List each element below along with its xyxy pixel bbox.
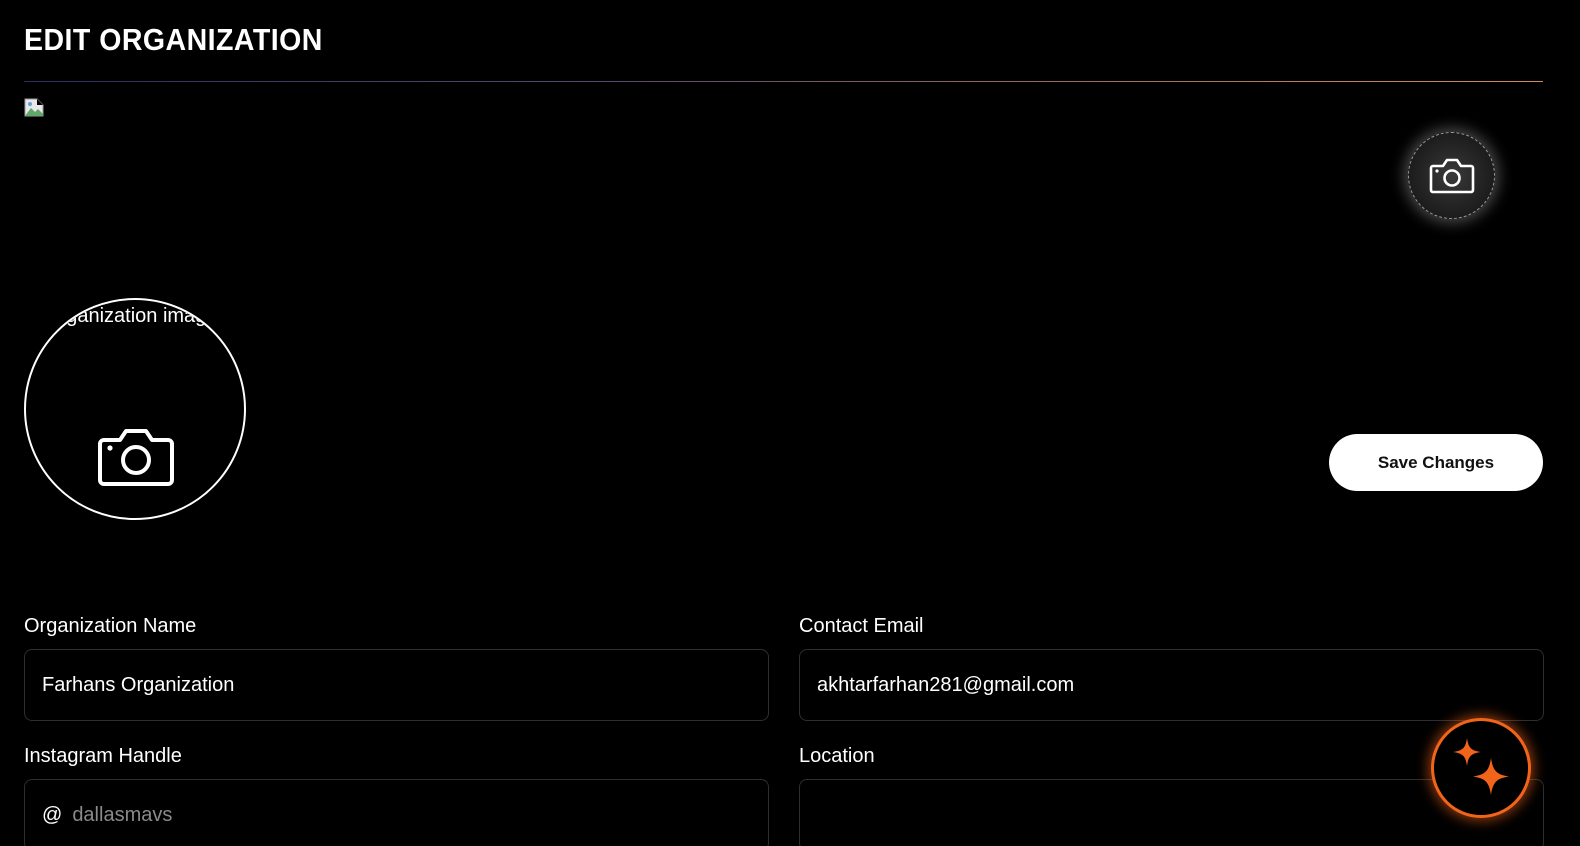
location-input[interactable]	[817, 780, 1543, 846]
instagram-handle-input[interactable]	[72, 780, 768, 846]
contact-email-label: Contact Email	[799, 615, 924, 637]
at-prefix: @	[42, 803, 63, 826]
save-changes-button[interactable]: Save Changes	[1329, 434, 1543, 491]
cover-photo-upload-button[interactable]	[1408, 132, 1495, 219]
location-label: Location	[799, 745, 875, 767]
organization-name-label: Organization Name	[24, 615, 197, 637]
camera-icon	[98, 429, 174, 486]
instagram-handle-label: Instagram Handle	[24, 745, 182, 767]
location-field[interactable]	[799, 779, 1544, 846]
title-divider	[24, 81, 1543, 82]
avatar-alt-text: Organization image	[44, 305, 218, 327]
camera-icon	[1429, 158, 1474, 193]
organization-name-input[interactable]	[42, 650, 768, 720]
organization-avatar-upload[interactable]: Organization image	[24, 298, 246, 520]
sparkles-icon	[1453, 738, 1509, 795]
ai-assistant-button[interactable]	[1431, 718, 1531, 818]
organization-name-field[interactable]	[24, 649, 769, 721]
broken-image-icon	[24, 98, 44, 117]
contact-email-field[interactable]	[799, 649, 1544, 721]
contact-email-input[interactable]	[817, 650, 1543, 720]
page-title: EDIT ORGANIZATION	[24, 22, 323, 57]
instagram-handle-field[interactable]: @	[24, 779, 769, 846]
